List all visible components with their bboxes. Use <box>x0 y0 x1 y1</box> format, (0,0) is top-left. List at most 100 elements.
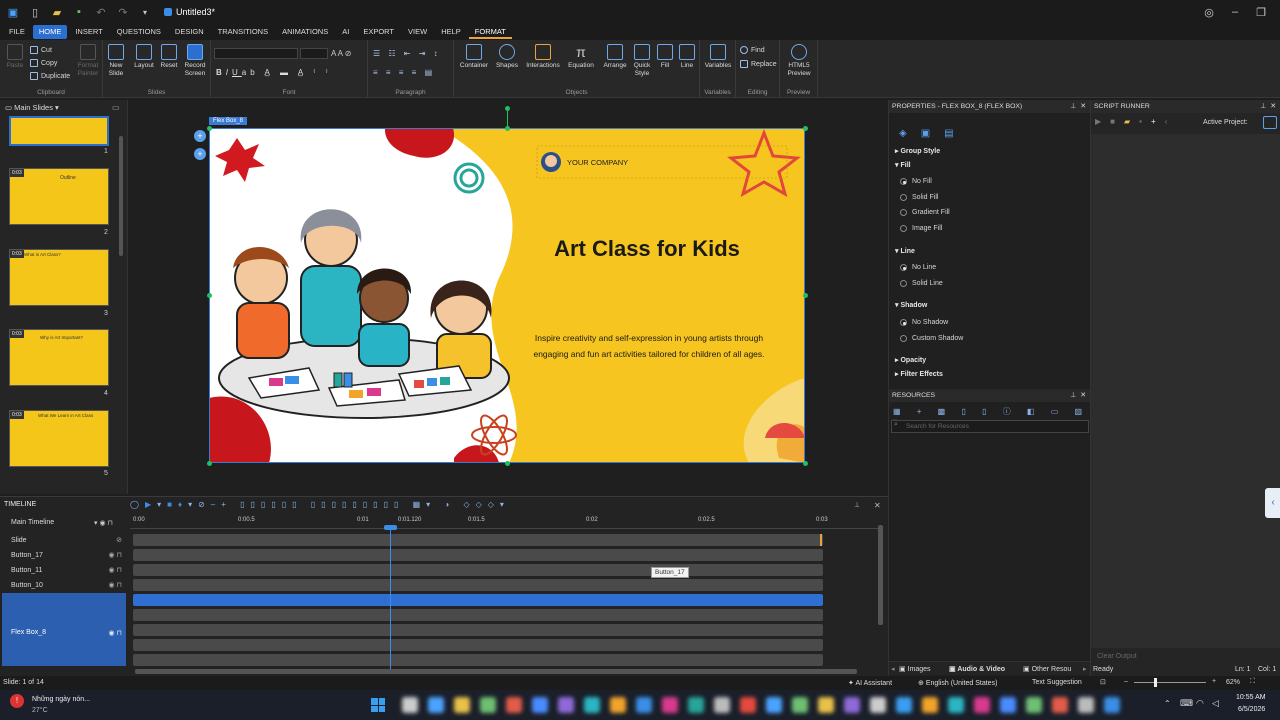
slide-end-marker[interactable] <box>820 534 822 546</box>
windows-start-icon[interactable] <box>371 698 385 712</box>
new-slide-button[interactable]: New Slide <box>105 44 127 78</box>
opacity-section[interactable]: ▸ Opacity <box>895 356 926 364</box>
resize-handle[interactable] <box>207 461 212 466</box>
fullscreen-icon[interactable]: ⛶ <box>1250 678 1255 686</box>
copy-button[interactable]: Copy <box>30 57 57 69</box>
gradient-fill-radio[interactable]: Gradient Fill <box>900 209 950 216</box>
wifi-icon[interactable]: ◠ <box>1196 698 1204 709</box>
slide-thumb-2[interactable]: 0:03 Outline <box>9 168 109 225</box>
company-name[interactable]: YOUR COMPANY <box>567 158 628 167</box>
image-fill-radio[interactable]: Image Fill <box>900 225 942 232</box>
no-shadow-radio[interactable]: No Shadow <box>900 319 948 326</box>
fill-button[interactable]: Fill <box>654 44 676 70</box>
timeline-bar-button-17[interactable] <box>133 549 823 561</box>
document-tab[interactable]: Untitled3* <box>164 0 215 24</box>
language-selector[interactable]: ⊕ English (United States) <box>918 679 997 687</box>
volume-icon[interactable]: ◁ <box>1212 698 1219 709</box>
menu-export[interactable]: EXPORT <box>357 25 400 39</box>
timeline-bar-button-11[interactable] <box>133 564 823 576</box>
menu-home[interactable]: HOME <box>32 25 68 39</box>
scroll-right-icon[interactable]: ▸ <box>1083 665 1087 673</box>
restore-icon[interactable]: ❐ <box>1248 6 1274 19</box>
taskbar-app-icon[interactable] <box>688 697 704 713</box>
taskbar-app-icon[interactable] <box>584 697 600 713</box>
shadow-section[interactable]: ▾ Shadow <box>895 301 927 309</box>
menu-questions[interactable]: QUESTIONS <box>111 25 167 39</box>
font-size-select[interactable] <box>300 48 328 59</box>
chevron-down-icon[interactable]: ▾ ◉ ⊓ <box>94 519 113 527</box>
timeline-row-slide[interactable]: Slide ⊘ <box>0 534 128 548</box>
font-format-toolbar[interactable]: BIUab A̲ ▬ A̲ ⁽ ⁾ <box>216 68 332 77</box>
timeline-bar-button-10[interactable] <box>133 579 823 591</box>
timeline-vscrollbar[interactable] <box>878 525 883 625</box>
weather-alert-icon[interactable]: ! <box>10 694 24 708</box>
taskbar-app-icon[interactable] <box>558 697 574 713</box>
visibility-icon[interactable]: ◉ ⊓ <box>108 564 122 578</box>
time-ruler[interactable]: 0:00 0:00.5 0:01 0:01.120 0:01.5 0:02 0:… <box>130 515 880 529</box>
text-suggestion-toggle[interactable]: Text Suggestion <box>1032 679 1082 686</box>
taskbar-app-icon[interactable] <box>428 697 444 713</box>
project-select-icon[interactable] <box>1263 116 1277 129</box>
line-section[interactable]: ▾ Line <box>895 247 915 255</box>
script-editor[interactable] <box>1091 134 1280 648</box>
tab-audio-video[interactable]: ▣ Audio & Video <box>949 665 1005 673</box>
list-buttons[interactable]: ☰ ☷ ⇤ ⇥ ↕ <box>373 49 441 58</box>
shapes-button[interactable]: Shapes <box>492 44 522 70</box>
pin-icon[interactable]: ⊥ <box>854 501 860 509</box>
resize-handle[interactable] <box>505 461 510 466</box>
close-icon[interactable]: ✕ <box>1274 6 1280 19</box>
find-button[interactable]: Find <box>740 44 765 56</box>
font-grow-icon[interactable]: A A ⊘ <box>331 49 352 58</box>
taskbar-app-icon[interactable] <box>636 697 652 713</box>
taskbar-app-icon[interactable] <box>454 697 470 713</box>
taskbar-app-icon[interactable] <box>506 697 522 713</box>
open-folder-icon[interactable]: ▰ <box>48 4 66 20</box>
taskbar-app-icon[interactable] <box>896 697 912 713</box>
format-painter-button[interactable]: Format Painter <box>74 44 102 78</box>
variables-button[interactable]: Variables <box>702 44 734 70</box>
menu-design[interactable]: DESIGN <box>169 25 210 39</box>
slide-thumb-5[interactable]: 0:03 What We Learn in Art Class <box>9 410 109 467</box>
scroll-left-icon[interactable]: ◂ <box>891 665 895 673</box>
minimize-icon[interactable]: – <box>1222 6 1248 18</box>
taskbar-app-icon[interactable] <box>662 697 678 713</box>
panel-options-icon[interactable]: ▭ <box>112 103 120 112</box>
resize-handle[interactable] <box>207 126 212 131</box>
account-icon[interactable]: ◎ <box>1196 6 1222 19</box>
timeline-hscrollbar[interactable] <box>135 669 857 674</box>
taskbar-app-icon[interactable] <box>1078 697 1094 713</box>
visibility-icon[interactable]: ◉ ⊓ <box>108 549 122 563</box>
taskbar-app-icon[interactable] <box>922 697 938 713</box>
taskbar-app-icon[interactable] <box>1052 697 1068 713</box>
resources-search-input[interactable]: Search for Resources <box>891 420 1089 433</box>
language-icon[interactable]: ⌨ <box>1180 698 1193 709</box>
solid-fill-radio[interactable]: Solid Fill <box>900 194 938 201</box>
timeline-row-button-10[interactable]: Button_10 ◉ ⊓ <box>0 579 128 593</box>
tab-other-resources[interactable]: ▣ Other Resou <box>1023 665 1071 673</box>
no-fill-radio[interactable]: No Fill <box>900 178 932 185</box>
group-style-section[interactable]: ▸ Group Style <box>895 147 940 155</box>
playhead[interactable] <box>390 527 391 673</box>
fit-icon[interactable]: ⊡ <box>1100 678 1106 686</box>
add-element-icon[interactable]: + <box>194 130 206 142</box>
timeline-row-flex-box-8[interactable]: Flex Box_8 ◉ ⊓ <box>2 593 126 666</box>
timeline-bar-flex-box-8[interactable] <box>133 594 823 606</box>
slide-thumb-1[interactable] <box>9 116 109 146</box>
slide-thumb-4[interactable]: 0:03 Why is Art Important? <box>9 329 109 386</box>
filter-effects-section[interactable]: ▸ Filter Effects <box>895 370 943 378</box>
record-screen-button[interactable]: Record Screen <box>181 44 209 78</box>
zoom-slider-thumb[interactable] <box>1154 678 1157 687</box>
main-slides-dropdown[interactable]: ▭ Main Slides ▾ <box>5 103 59 112</box>
taskbar-app-icon[interactable] <box>532 697 548 713</box>
quick-style-button[interactable]: Quick Style <box>630 44 654 78</box>
arrange-button[interactable]: Arrange <box>598 44 632 70</box>
timeline-toolbar[interactable]: ◯▶▾■♦▾⊘–+ ▯▯▯▯▯▯ ▯▯▯▯▯▯▯▯▯ ▦▾ ◑ ◇◇◇▾ <box>130 500 510 509</box>
timeline-bar-sub[interactable] <box>133 609 823 621</box>
close-icon[interactable]: ✕ <box>1080 100 1086 113</box>
new-file-icon[interactable]: ▯ <box>26 4 44 20</box>
taskbar-app-icon[interactable] <box>844 697 860 713</box>
script-toolbar[interactable]: ▶■▰▪+‹ <box>1095 117 1176 126</box>
taskbar-app-icon[interactable] <box>740 697 756 713</box>
properties-tabs[interactable]: ◈▣▤ <box>899 128 968 139</box>
menu-file[interactable]: FILE <box>3 25 31 39</box>
